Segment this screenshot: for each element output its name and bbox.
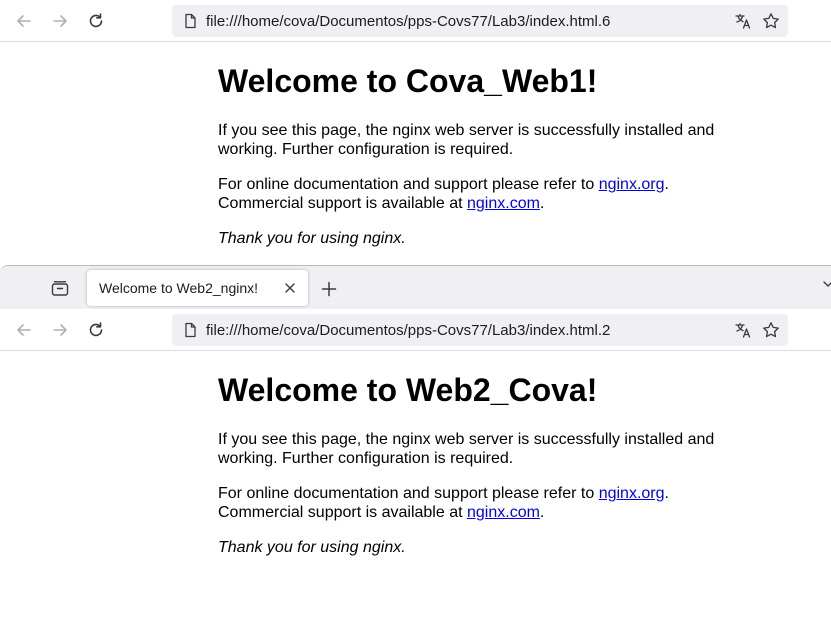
nginx-com-link[interactable]: nginx.com [467,504,540,521]
window1-toolbar: file:///home/cova/Documentos/pps-Covs77/… [0,0,831,42]
forward-button[interactable] [48,318,72,342]
arrow-right-icon [53,15,67,27]
tab-active[interactable]: Welcome to Web2_nginx! [87,270,308,306]
page-icon [185,13,196,29]
chevron-down-icon[interactable] [822,278,831,290]
close-icon[interactable] [282,280,298,296]
docs-text: For online documentation and support ple… [218,176,599,193]
url-text[interactable]: file:///home/cova/Documentos/pps-Covs77/… [206,13,610,30]
thanks-text: Thank you for using nginx. [218,230,406,247]
docs-paragraph: For online documentation and support ple… [218,484,778,522]
reload-icon [89,322,103,337]
docs-period: . [664,485,669,502]
docs-text: For online documentation and support ple… [218,485,599,502]
address-bar[interactable]: file:///home/cova/Documentos/pps-Covs77/… [172,314,788,346]
commercial-text: Commercial support is available at [218,195,467,212]
commercial-period: . [539,195,545,212]
page-heading: Welcome to Cova_Web1! [218,63,598,99]
commercial-period: . [539,504,545,521]
docs-period: . [664,176,669,193]
url-text[interactable]: file:///home/cova/Documentos/pps-Covs77/… [206,322,610,339]
commercial-text: Commercial support is available at [218,504,467,521]
reload-button[interactable] [84,318,108,342]
window2-page-content: Welcome to Web2_Cova! If you see this pa… [218,372,778,557]
translate-icon[interactable] [734,12,752,30]
window1-page-content: Welcome to Cova_Web1! If you see this pa… [218,63,778,248]
arrow-left-icon [17,15,31,27]
star-icon[interactable] [762,12,780,30]
arrow-left-icon [17,324,31,336]
translate-icon[interactable] [734,321,752,339]
page-heading: Welcome to Web2_Cova! [218,372,598,408]
window2-tabstrip: Welcome to Web2_nginx! [0,265,831,310]
arrow-right-icon [53,324,67,336]
nginx-org-link[interactable]: nginx.org [599,485,665,502]
forward-button[interactable] [48,9,72,33]
reload-icon [89,13,103,28]
page-icon [185,322,196,338]
intro-paragraph: If you see this page, the nginx web serv… [218,431,715,467]
reload-button[interactable] [84,9,108,33]
tab-list-icon[interactable] [50,280,70,298]
window2-toolbar: file:///home/cova/Documentos/pps-Covs77/… [0,309,831,351]
star-icon[interactable] [762,321,780,339]
nginx-org-link[interactable]: nginx.org [599,176,665,193]
nginx-com-link[interactable]: nginx.com [467,195,540,212]
thanks-text: Thank you for using nginx. [218,539,406,556]
tab-title: Welcome to Web2_nginx! [99,280,259,296]
intro-paragraph: If you see this page, the nginx web serv… [218,122,715,158]
plus-icon[interactable] [320,280,338,298]
docs-paragraph: For online documentation and support ple… [218,175,778,213]
back-button[interactable] [12,9,36,33]
address-bar[interactable]: file:///home/cova/Documentos/pps-Covs77/… [172,5,788,37]
back-button[interactable] [12,318,36,342]
